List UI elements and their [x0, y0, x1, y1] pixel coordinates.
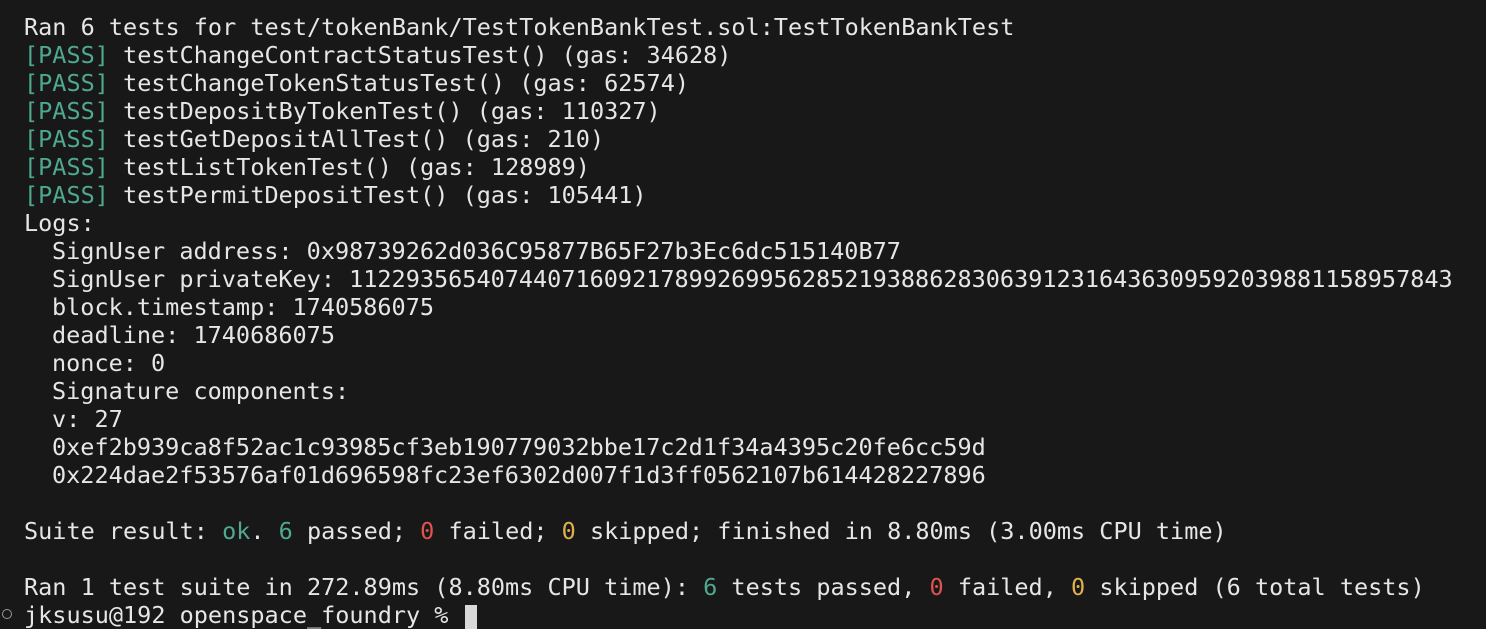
- summary-skipped-text: skipped (6 total tests): [1085, 573, 1425, 601]
- summary-passed-count: 6: [703, 573, 718, 601]
- suite-passed-count: 6: [278, 517, 293, 545]
- suite-failed-count: 0: [420, 517, 435, 545]
- test-result-line: [PASS] testDepositByTokenTest() (gas: 11…: [24, 97, 1486, 125]
- log-line: v: 27: [52, 405, 123, 433]
- summary-passed-text: tests passed,: [717, 573, 930, 601]
- log-line: 0x224dae2f53576af01d696598fc23ef6302d007…: [52, 461, 986, 489]
- pass-tag: [PASS]: [24, 69, 109, 97]
- log-line: nonce: 0: [52, 349, 166, 377]
- shell-prompt: jksusu@192 openspace_foundry %: [24, 601, 463, 629]
- log-line: block.timestamp: 1740586075: [52, 293, 435, 321]
- test-result-line: [PASS] testGetDepositAllTest() (gas: 210…: [24, 125, 1486, 153]
- text-cursor: [464, 604, 477, 629]
- test-gas: (gas: 34628): [561, 41, 732, 69]
- suite-status: ok: [222, 517, 251, 545]
- suite-result-prefix: Suite result:: [24, 517, 223, 545]
- test-name: testListTokenTest(): [123, 153, 392, 181]
- shell-prompt-line[interactable]: jksusu@192 openspace_foundry %: [2, 601, 1486, 629]
- test-gas: (gas: 128989): [406, 153, 590, 181]
- test-name: testChangeContractStatusTest(): [123, 41, 548, 69]
- pass-tag: [PASS]: [24, 97, 109, 125]
- suite-skipped-text: skipped; finished in 8.80ms (3.00ms CPU …: [575, 517, 1227, 545]
- log-line: deadline: 1740686075: [52, 321, 335, 349]
- suite-result-line: Suite result: ok. 6 passed; 0 failed; 0 …: [24, 517, 1486, 545]
- prompt-marker-icon: [2, 609, 12, 619]
- test-name: testChangeTokenStatusTest(): [123, 69, 506, 97]
- summary-line: Ran 1 test suite in 272.89ms (8.80ms CPU…: [24, 573, 1486, 601]
- log-line: 0xef2b939ca8f52ac1c93985cf3eb190779032bb…: [52, 433, 986, 461]
- summary-failed-count: 0: [929, 573, 944, 601]
- test-result-line: [PASS] testListTokenTest() (gas: 128989): [24, 153, 1486, 181]
- test-name: testDepositByTokenTest(): [123, 97, 463, 125]
- pass-tag: [PASS]: [24, 181, 109, 209]
- test-name: testPermitDepositTest(): [123, 181, 449, 209]
- test-result-line: [PASS] testChangeTokenStatusTest() (gas:…: [24, 69, 1486, 97]
- log-line: Signature components:: [52, 377, 350, 405]
- suite-dot: .: [250, 517, 279, 545]
- suite-skipped-count: 0: [561, 517, 576, 545]
- suite-passed-text: passed;: [292, 517, 421, 545]
- summary-skipped-count: 0: [1071, 573, 1086, 601]
- test-gas: (gas: 110327): [476, 97, 661, 125]
- pass-tag: [PASS]: [24, 153, 109, 181]
- test-result-line: [PASS] testChangeContractStatusTest() (g…: [24, 41, 1486, 69]
- suite-failed-text: failed;: [434, 517, 562, 545]
- terminal-output[interactable]: Ran 6 tests for test/tokenBank/TestToken…: [2, 13, 1486, 629]
- logs-label: Logs:: [24, 209, 95, 237]
- test-gas: (gas: 62574): [519, 69, 689, 97]
- test-gas: (gas: 210): [462, 125, 605, 153]
- test-name: testGetDepositAllTest(): [123, 125, 449, 153]
- summary-failed-text: failed,: [943, 573, 1072, 601]
- pass-tag: [PASS]: [24, 41, 109, 69]
- test-gas: (gas: 105441): [462, 181, 647, 209]
- log-line: SignUser privateKey: 1122935654074407160…: [52, 265, 1453, 293]
- test-result-line: [PASS] testPermitDepositTest() (gas: 105…: [24, 181, 1486, 209]
- pass-tag: [PASS]: [24, 125, 109, 153]
- summary-prefix: Ran 1 test suite in 272.89ms (8.80ms CPU…: [24, 573, 704, 601]
- run-header-line: Ran 6 tests for test/tokenBank/TestToken…: [24, 13, 1015, 41]
- log-line: SignUser address: 0x98739262d036C95877B6…: [52, 237, 901, 265]
